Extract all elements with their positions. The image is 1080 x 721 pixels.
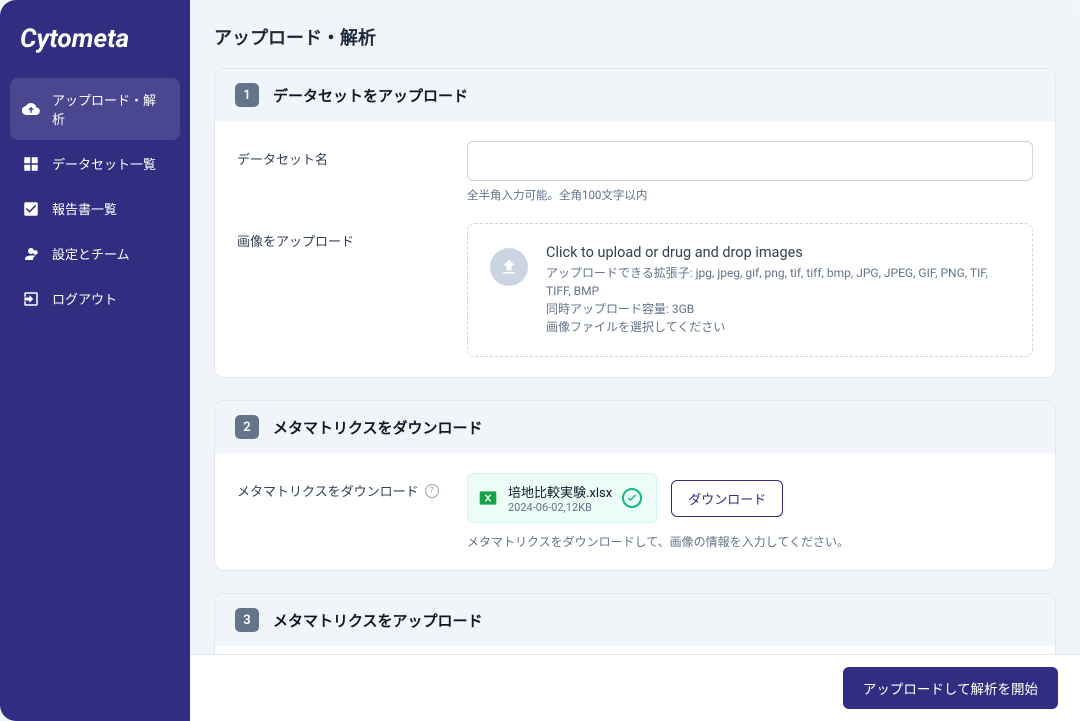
step-number-badge: 3 [235, 608, 259, 632]
step-3-header: 3 メタマトリクスをアップロード [215, 594, 1055, 646]
nav: アップロード・解析 データセット一覧 報告書一覧 設定とチーム [10, 78, 180, 320]
step-2-card: 2 メタマトリクスをダウンロード メタマトリクスをダウンロード ? [214, 400, 1056, 571]
dropzone-capacity-line: 同時アップロード容量: 3GB [546, 300, 1010, 318]
sidebar: Cytometa アップロード・解析 データセット一覧 報告書一覧 [0, 0, 190, 721]
download-button[interactable]: ダウンロード [671, 480, 783, 517]
file-sub: 2024-06-02,12KB [508, 501, 612, 514]
upload-icon [490, 248, 528, 286]
step-1-header: 1 データセットをアップロード [215, 69, 1055, 121]
help-icon[interactable]: ? [425, 484, 439, 498]
step-title: データセットをアップロード [273, 85, 468, 106]
step-1-card: 1 データセットをアップロード データセット名 全半角入力可能。全角100文字以… [214, 68, 1056, 378]
grid-icon [22, 155, 40, 173]
dataset-name-input[interactable] [467, 141, 1033, 181]
logo: Cytometa [10, 0, 180, 78]
sidebar-item-upload-analyze[interactable]: アップロード・解析 [10, 78, 180, 140]
main: アップロード・解析 1 データセットをアップロード データセット名 全半角入力可… [190, 0, 1080, 721]
dropzone-select-line: 画像ファイルを選択してください [546, 318, 1010, 336]
step-title: メタマトリクスをダウンロード [273, 417, 483, 438]
sidebar-item-label: データセット一覧 [52, 154, 156, 173]
sidebar-item-datasets[interactable]: データセット一覧 [10, 142, 180, 185]
file-chip: 培地比較実験.xlsx 2024-06-02,12KB [467, 473, 657, 523]
sidebar-item-label: アップロード・解析 [52, 90, 168, 128]
image-dropzone[interactable]: Click to upload or drug and drop images … [467, 223, 1033, 357]
submit-button[interactable]: アップロードして解析を開始 [843, 667, 1058, 709]
step-title: メタマトリクスをアップロード [273, 610, 483, 631]
main-scroll[interactable]: アップロード・解析 1 データセットをアップロード データセット名 全半角入力可… [190, 0, 1080, 721]
dropzone-title: Click to upload or drug and drop images [546, 244, 1010, 261]
meta-download-label: メタマトリクスをダウンロード ? [237, 473, 447, 500]
file-name: 培地比較実験.xlsx [508, 482, 612, 501]
sidebar-item-settings-team[interactable]: 設定とチーム [10, 232, 180, 275]
step-number-badge: 1 [235, 83, 259, 107]
image-upload-label: 画像をアップロード [237, 223, 447, 250]
dataset-name-helper: 全半角入力可能。全角100文字以内 [467, 187, 1033, 203]
page-title: アップロード・解析 [214, 24, 1056, 50]
dropzone-ext-line: アップロードできる拡張子: jpg, jpeg, gif, png, tif, … [546, 264, 1010, 300]
sidebar-item-reports[interactable]: 報告書一覧 [10, 187, 180, 230]
dataset-name-label: データセット名 [237, 141, 447, 168]
sidebar-item-label: ログアウト [52, 289, 117, 308]
cloud-upload-icon [22, 100, 40, 118]
excel-icon [478, 488, 498, 508]
people-gear-icon [22, 245, 40, 263]
check-circle-icon [622, 488, 642, 508]
step-2-header: 2 メタマトリクスをダウンロード [215, 401, 1055, 453]
logout-icon [22, 290, 40, 308]
sidebar-item-logout[interactable]: ログアウト [10, 277, 180, 320]
download-hint: メタマトリクスをダウンロードして、画像の情報を入力してください。 [467, 533, 1033, 550]
step-number-badge: 2 [235, 415, 259, 439]
check-square-icon [22, 200, 40, 218]
sidebar-item-label: 設定とチーム [52, 244, 130, 263]
footer-bar: アップロードして解析を開始 [190, 654, 1080, 721]
sidebar-item-label: 報告書一覧 [52, 199, 117, 218]
